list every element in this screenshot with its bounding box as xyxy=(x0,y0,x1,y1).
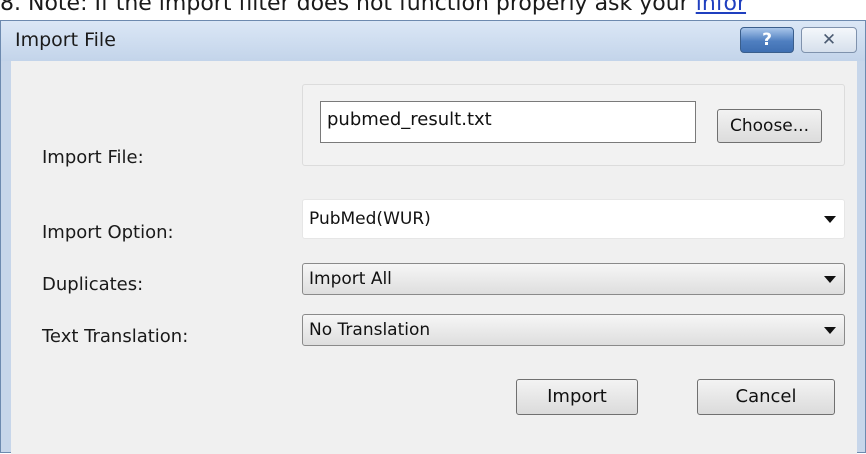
help-button[interactable]: ? xyxy=(740,27,794,53)
info-link[interactable]: infor xyxy=(696,0,746,16)
import-option-select[interactable]: PubMed(WUR) xyxy=(302,199,845,239)
note-text: Note: If the import filter does not func… xyxy=(28,0,689,16)
import-file-label: Import File: xyxy=(42,147,144,168)
text-translation-select[interactable]: No Translation xyxy=(302,314,845,346)
duplicates-select[interactable]: Import All xyxy=(302,263,845,295)
text-translation-label: Text Translation: xyxy=(42,326,189,347)
duplicates-label: Duplicates: xyxy=(42,274,144,295)
import-option-label: Import Option: xyxy=(42,222,174,243)
dialog-titlebar[interactable]: Import File ? ✕ xyxy=(1,21,865,61)
chevron-down-icon xyxy=(824,216,836,223)
close-button[interactable]: ✕ xyxy=(801,27,857,53)
import-file-group: pubmed_result.txt Choose... xyxy=(302,84,845,166)
chevron-down-icon xyxy=(824,327,836,334)
text-translation-value: No Translation xyxy=(309,320,431,340)
chevron-down-icon xyxy=(824,276,836,283)
choose-button[interactable]: Choose... xyxy=(717,109,822,143)
dialog-title: Import File xyxy=(15,29,116,51)
cancel-button[interactable]: Cancel xyxy=(697,379,835,415)
duplicates-value: Import All xyxy=(309,269,392,289)
step-number: 8. xyxy=(0,0,21,16)
import-button[interactable]: Import xyxy=(516,379,638,415)
import-option-value: PubMed(WUR) xyxy=(309,209,431,229)
import-file-dialog: Import File ? ✕ Import File: pubmed_resu… xyxy=(0,20,866,454)
dialog-body: Import File: pubmed_result.txt Choose...… xyxy=(11,61,857,454)
import-file-input[interactable]: pubmed_result.txt xyxy=(320,101,696,143)
